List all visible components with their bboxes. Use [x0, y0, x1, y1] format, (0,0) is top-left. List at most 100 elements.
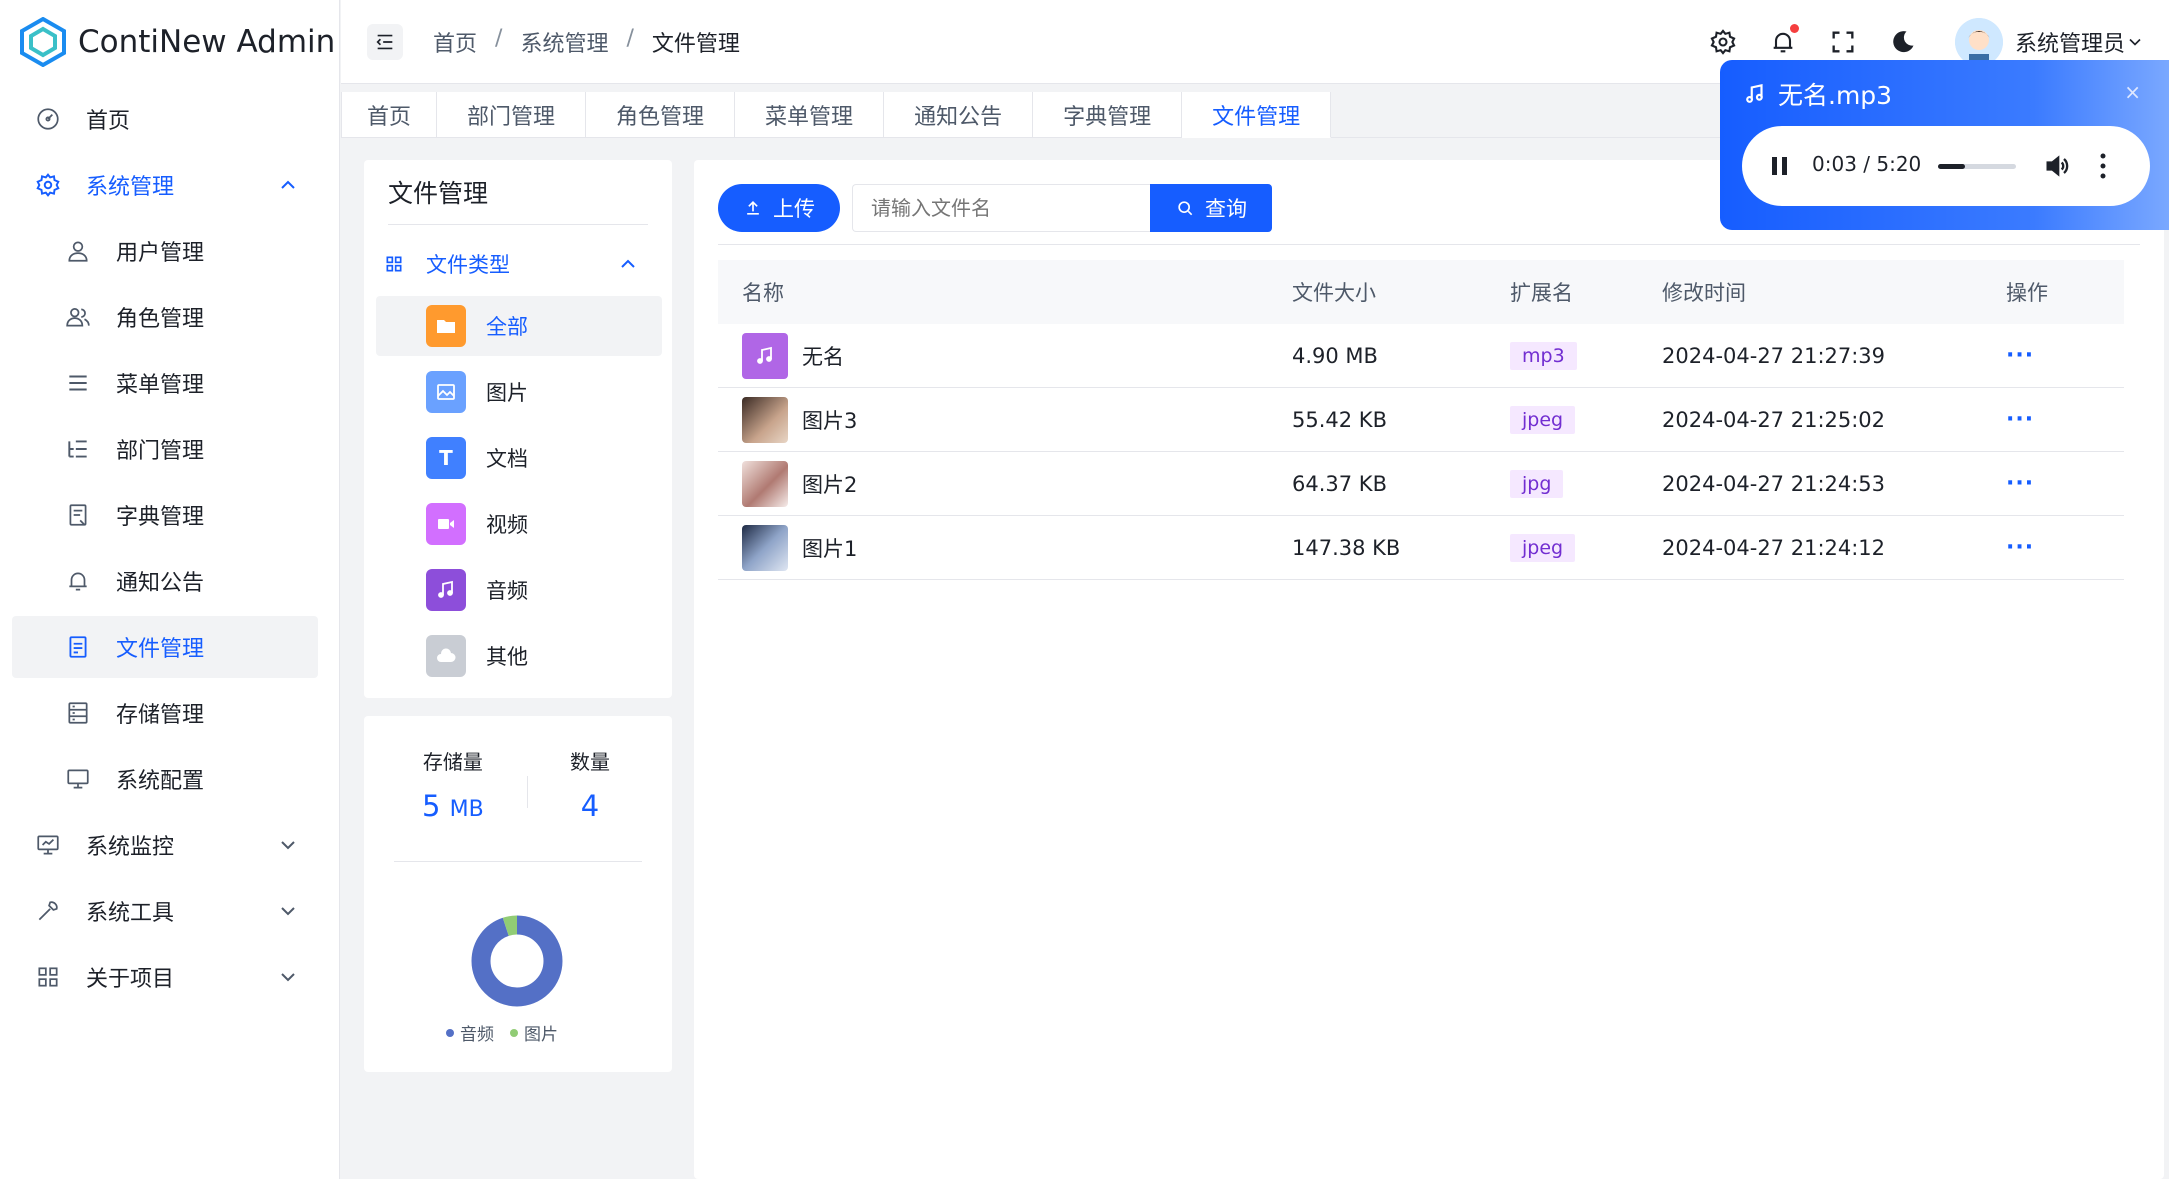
column-header-name[interactable]: 名称	[742, 277, 784, 307]
breadcrumb-home[interactable]: 首页	[433, 26, 477, 58]
sidebar-item-config[interactable]: 系统配置	[12, 748, 318, 810]
volume-icon[interactable]	[2042, 152, 2072, 180]
search-button[interactable]: 查询	[1150, 184, 1272, 232]
upload-icon	[747, 200, 759, 215]
search-input[interactable]	[852, 184, 1156, 232]
close-button[interactable]: ×	[2124, 80, 2141, 104]
file-type-image[interactable]: 图片	[376, 362, 662, 422]
collapse-menu-button[interactable]	[367, 24, 403, 60]
file-type-panel: 文件管理 文件类型 全部 图片 T 文档 视频 音频 其他	[364, 160, 672, 698]
pie-slice-audio[interactable]	[471, 915, 563, 1007]
fullscreen-icon	[1832, 31, 1854, 53]
table-row[interactable]: 图片3 55.42 KB jpeg 2024-04-27 21:25:02 ··…	[718, 388, 2124, 452]
legend-item-audio[interactable]: 音频	[446, 1020, 494, 1045]
more-actions-button[interactable]: ···	[2006, 407, 2034, 432]
divider	[718, 244, 2140, 245]
file-type-group[interactable]: 文件类型	[384, 242, 656, 286]
ext-tag-wrap: jpeg	[1510, 533, 1576, 562]
cloud-icon	[426, 635, 466, 677]
column-header-time[interactable]: 修改时间	[1662, 277, 1746, 307]
panel-title: 文件管理	[388, 179, 489, 208]
file-name[interactable]: 图片2	[802, 469, 857, 499]
sidebar-item-label: 菜单管理	[116, 373, 205, 398]
tab-file[interactable]: 文件管理	[1182, 92, 1332, 138]
chevron-down-icon	[2129, 38, 2141, 46]
tab-dict[interactable]: 字典管理	[1033, 92, 1183, 138]
file-type-audio[interactable]: 音频	[376, 560, 662, 620]
more-actions-button[interactable]: ···	[2006, 471, 2034, 496]
sidebar-item-system[interactable]: 系统管理	[12, 154, 318, 216]
tab-role[interactable]: 角色管理	[586, 92, 736, 138]
more-actions-button[interactable]: ···	[2006, 535, 2034, 560]
breadcrumb-system[interactable]: 系统管理	[520, 26, 608, 58]
storage-stat: 存储量 5 MB	[422, 746, 484, 823]
chevron-down-icon	[281, 841, 295, 850]
sidebar-item-file[interactable]: 文件管理	[12, 616, 318, 678]
progress-slider[interactable]	[1938, 164, 2016, 169]
sidebar-item-role[interactable]: 角色管理	[12, 286, 318, 348]
column-header-size[interactable]: 文件大小	[1292, 277, 1376, 307]
app-title: ContiNew Admin	[78, 24, 336, 60]
sidebar-item-label: 部门管理	[116, 439, 205, 464]
sidebar-item-user[interactable]: 用户管理	[12, 220, 318, 282]
more-actions-button[interactable]: ···	[2006, 343, 2034, 368]
sidebar-item-dept[interactable]: 部门管理	[12, 418, 318, 480]
avatar	[1954, 18, 2003, 66]
logo[interactable]: ContiNew Admin	[20, 16, 335, 68]
modified-time: 2024-04-27 21:24:53	[1662, 471, 1886, 496]
ext-tag: jpeg	[1510, 405, 1576, 434]
sidebar-item-monitor[interactable]: 系统监控	[12, 814, 318, 876]
file-list-panel: 上传 查询 名称 文件大小 扩展名 修改时间 操作 无名 4.90 MB mp	[694, 160, 2164, 1179]
upload-button[interactable]: 上传	[718, 184, 840, 232]
legend-label: 图片	[524, 1025, 558, 1045]
search-label: 查询	[1205, 197, 1247, 221]
storage-value-wrap: 5 MB	[422, 789, 484, 823]
file-size: 64.37 KB	[1292, 471, 1387, 496]
document-icon: T	[426, 437, 466, 479]
sidebar-item-label: 系统监控	[86, 835, 175, 860]
file-type-all[interactable]: 全部	[376, 296, 662, 356]
table-row[interactable]: 图片2 64.37 KB jpg 2024-04-27 21:24:53 ···	[718, 452, 2124, 516]
tab-menu[interactable]: 菜单管理	[735, 92, 885, 138]
file-type-doc[interactable]: T 文档	[376, 428, 662, 488]
sidebar-item-label: 存储管理	[116, 703, 205, 728]
legend-item-image[interactable]: 图片	[510, 1020, 558, 1045]
sidebar-item-dict[interactable]: 字典管理	[12, 484, 318, 546]
more-vertical-icon[interactable]	[2098, 150, 2108, 182]
sidebar-item-about[interactable]: 关于项目	[12, 946, 318, 1008]
file-table: 名称 文件大小 扩展名 修改时间 操作 无名 4.90 MB mp3 2024-…	[718, 260, 2124, 580]
pause-icon[interactable]	[1770, 154, 1790, 178]
count-stat: 数量 4	[570, 746, 610, 823]
ext-tag-wrap: jpeg	[1510, 405, 1576, 434]
file-type-other[interactable]: 其他	[376, 626, 662, 686]
sidebar-item-menu[interactable]: 菜单管理	[12, 352, 318, 414]
tab-notice[interactable]: 通知公告	[884, 92, 1034, 138]
column-header-ext[interactable]: 扩展名	[1510, 277, 1573, 307]
divider	[394, 861, 642, 862]
monitor-icon	[28, 825, 68, 865]
file-name[interactable]: 无名	[802, 341, 844, 371]
file-type-video[interactable]: 视频	[376, 494, 662, 554]
audio-title-text: 无名.mp3	[1778, 81, 1893, 110]
table-row[interactable]: 无名 4.90 MB mp3 2024-04-27 21:27:39 ···	[718, 324, 2124, 388]
divider	[388, 224, 648, 225]
tab-home[interactable]: 首页	[341, 92, 438, 138]
user-menu[interactable]: 系统管理员	[1954, 18, 2145, 66]
table-row[interactable]: 图片1 147.38 KB jpeg 2024-04-27 21:24:12 ·…	[718, 516, 2124, 580]
sidebar-item-notice[interactable]: 通知公告	[12, 550, 318, 612]
moon-icon	[1893, 31, 1914, 53]
sidebar-item-home[interactable]: 首页	[12, 88, 318, 150]
file-type-label: 音频	[486, 579, 528, 603]
file-type-label: 其他	[486, 645, 528, 669]
sidebar-item-tools[interactable]: 系统工具	[12, 880, 318, 942]
file-name[interactable]: 图片1	[802, 533, 857, 563]
sidebar-item-storage[interactable]: 存储管理	[12, 682, 318, 744]
tab-dept[interactable]: 部门管理	[437, 92, 587, 138]
gear-icon	[1710, 29, 1736, 55]
list-icon	[58, 429, 98, 469]
file-name[interactable]: 图片3	[802, 405, 857, 435]
bell-icon	[58, 561, 98, 601]
chevron-up-icon	[281, 180, 295, 189]
divider	[527, 776, 528, 808]
breadcrumb: 首页 / 系统管理 / 文件管理	[433, 26, 740, 58]
